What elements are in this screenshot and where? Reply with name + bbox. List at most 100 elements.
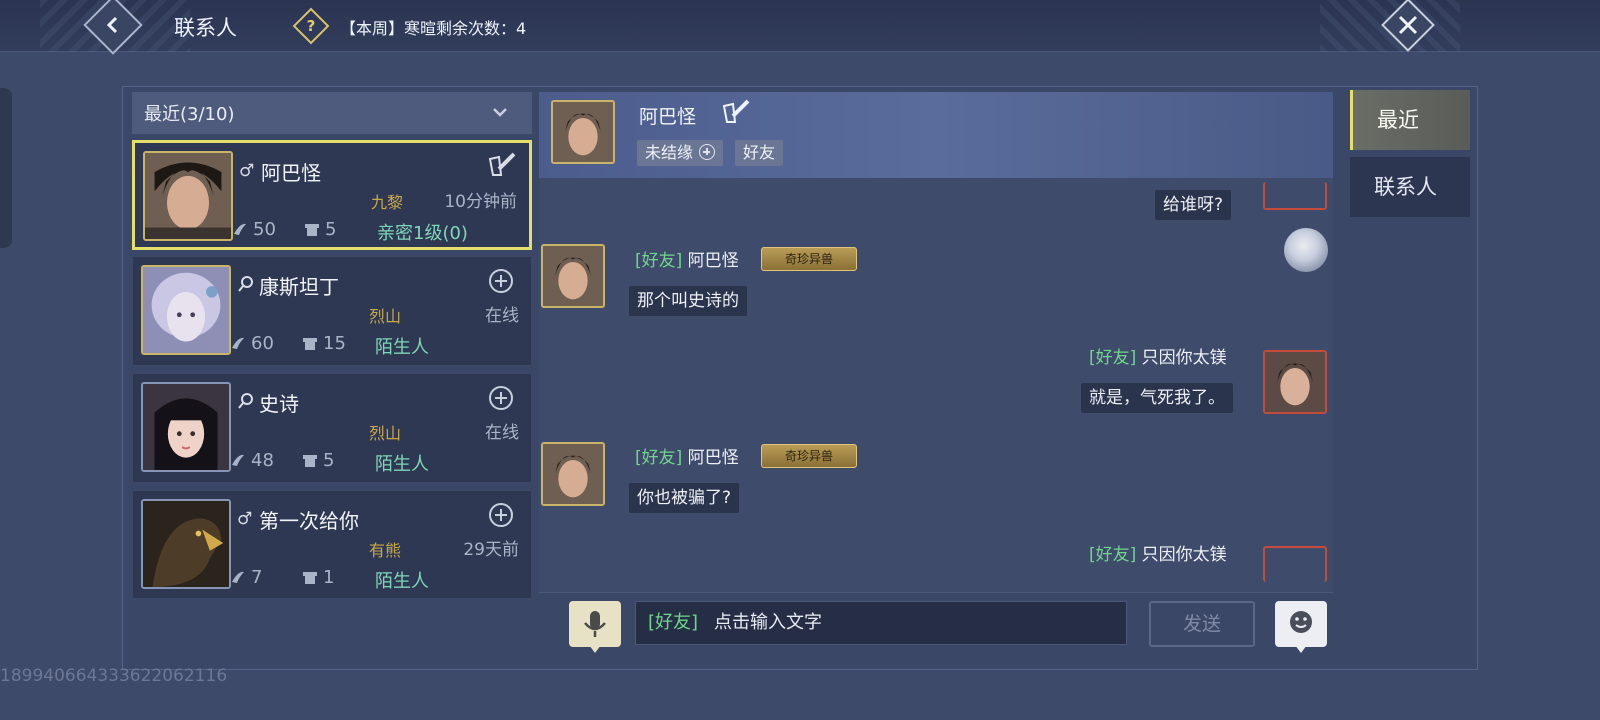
floating-assistant-button[interactable] <box>1284 228 1328 272</box>
friend-channel-tag: [好友] <box>635 251 683 271</box>
chevron-down-icon <box>493 108 507 117</box>
last-online: 10分钟前 <box>444 192 517 212</box>
my-avatar[interactable] <box>1263 546 1327 582</box>
stat-rank-value: 15 <box>323 333 346 354</box>
school-label: 烈山 <box>369 307 402 326</box>
friend-channel-tag: [好友] <box>635 448 683 468</box>
stat-rank: 1 <box>301 567 334 588</box>
school-label: 有熊 <box>369 541 402 560</box>
recent-filter-dropdown[interactable]: 最近(3/10) <box>132 92 532 134</box>
stat-rank: 15 <box>301 333 346 354</box>
chat-input-bar: [好友] 点击输入文字 发送 <box>539 592 1333 656</box>
unbound-tag[interactable]: 未结缘 <box>637 140 724 166</box>
message-bubble: 就是，气死我了。 <box>1081 383 1233 413</box>
close-icon <box>1398 15 1418 35</box>
contact-list-panel[interactable]: 最近(3/10) ♂ 阿巴怪 九黎 10分钟前 50 5 亲密1级(0) 康斯坦… <box>132 92 532 598</box>
tab-recent[interactable]: 最近 <box>1350 90 1470 150</box>
sender-name: 只因你太镁 <box>1141 348 1227 368</box>
chat-target-avatar[interactable] <box>551 100 615 164</box>
search-icon <box>238 276 253 292</box>
sender-name: 只因你太镁 <box>1141 545 1227 565</box>
level-icon <box>234 223 246 235</box>
avatar-portrait-icon <box>553 102 613 162</box>
add-friend-icon[interactable] <box>489 386 513 410</box>
school-label: 烈山 <box>369 424 402 443</box>
chat-panel[interactable]: 阿巴怪 未结缘 好友 给谁呀? [好友] 阿巴怪 奇珍异兽 那个叫史诗的 [好友… <box>539 92 1333 598</box>
online-status: 在线 <box>485 423 519 443</box>
stat-rank-value: 5 <box>323 450 335 471</box>
stat-rank: 5 <box>303 219 336 240</box>
unbound-tag-label: 未结缘 <box>645 143 694 162</box>
input-placeholder: 点击输入文字 <box>714 612 823 633</box>
level-icon <box>232 571 244 583</box>
online-status: 在线 <box>485 306 519 326</box>
relation-label: 陌生人 <box>375 337 429 358</box>
contact-item[interactable]: 史诗 烈山 在线 48 5 陌生人 <box>132 373 532 483</box>
help-icon-glyph: ? <box>306 17 316 35</box>
back-arrow-icon <box>106 16 118 34</box>
stat-level: 48 <box>229 450 274 471</box>
tab-contacts[interactable]: 联系人 <box>1350 157 1470 217</box>
sender-avatar[interactable] <box>541 442 605 506</box>
side-drawer-handle[interactable] <box>0 88 12 248</box>
sex-icon: ♂ <box>239 161 255 181</box>
add-friend-icon[interactable] <box>489 269 513 293</box>
stat-level-value: 48 <box>251 450 274 471</box>
smiley-icon <box>1290 611 1312 633</box>
top-bar <box>0 0 1600 52</box>
contact-name: 康斯坦丁 <box>259 275 339 299</box>
weekly-greeting-count: 【本周】寒暄剩余次数：4 <box>340 19 527 38</box>
relation-label: 亲密1级(0) <box>377 223 468 244</box>
armor-icon <box>303 455 317 467</box>
emoji-button[interactable] <box>1275 601 1327 653</box>
avatar-portrait-icon <box>143 267 229 353</box>
message-bubble: 那个叫史诗的 <box>629 286 747 316</box>
chat-brush-icon[interactable] <box>487 151 517 181</box>
stat-level-value: 60 <box>251 333 274 354</box>
avatar-portrait-icon <box>143 384 229 470</box>
stat-rank: 5 <box>301 450 334 471</box>
contact-item[interactable]: ♂ 阿巴怪 九黎 10分钟前 50 5 亲密1级(0) <box>132 140 532 250</box>
school-label: 九黎 <box>371 193 404 212</box>
stat-level-value: 7 <box>251 567 263 588</box>
my-avatar[interactable] <box>1263 182 1327 210</box>
message-bubble: 给谁呀? <box>1155 190 1232 220</box>
my-avatar[interactable] <box>1263 350 1327 414</box>
avatar-portrait-icon <box>1265 352 1325 412</box>
contact-name: 史诗 <box>259 392 299 416</box>
message-sender: [好友] 阿巴怪 <box>635 443 739 468</box>
avatar <box>143 151 233 241</box>
add-friend-icon[interactable] <box>489 503 513 527</box>
avatar-portrait-icon <box>543 246 603 306</box>
watermark-id: 18994066433362206211​6 <box>0 666 228 686</box>
contact-item[interactable]: 康斯坦丁 烈山 在线 60 15 陌生人 <box>132 256 532 366</box>
avatar-portrait-icon <box>145 153 231 239</box>
send-button[interactable]: 发送 <box>1149 601 1255 647</box>
relation-label: 陌生人 <box>375 454 429 475</box>
chat-brush-icon[interactable] <box>721 98 751 128</box>
plus-circle-icon <box>699 144 716 160</box>
contact-item[interactable]: ♂ 第一次给你 有熊 29天前 7 1 陌生人 <box>132 490 532 598</box>
channel-prefix: [好友] <box>648 612 699 633</box>
chat-text-input[interactable]: [好友] 点击输入文字 <box>635 601 1127 645</box>
contact-name: 阿巴怪 <box>261 161 321 185</box>
sender-name: 阿巴怪 <box>687 448 739 468</box>
stat-level: 50 <box>231 219 276 240</box>
stat-level: 7 <box>229 567 262 588</box>
contact-name: 第一次给你 <box>259 509 359 533</box>
level-icon <box>232 337 244 349</box>
voice-input-button[interactable] <box>569 601 621 653</box>
title-badge: 奇珍异兽 <box>761 444 857 468</box>
sender-name: 阿巴怪 <box>687 251 739 271</box>
avatar <box>141 499 231 589</box>
avatar <box>141 382 231 472</box>
filter-label: 最近(3/10) <box>144 104 235 125</box>
armor-icon <box>305 224 319 236</box>
chat-target-name: 阿巴怪 <box>639 106 697 128</box>
friend-channel-tag: [好友] <box>1089 545 1137 565</box>
message-sender: [好友] 只因你太镁 <box>1089 540 1227 565</box>
sender-avatar[interactable] <box>541 244 605 308</box>
eagle-avatar-icon <box>143 501 229 587</box>
title-badge: 奇珍异兽 <box>761 247 857 271</box>
message-sender: [好友] 只因你太镁 <box>1089 343 1227 368</box>
